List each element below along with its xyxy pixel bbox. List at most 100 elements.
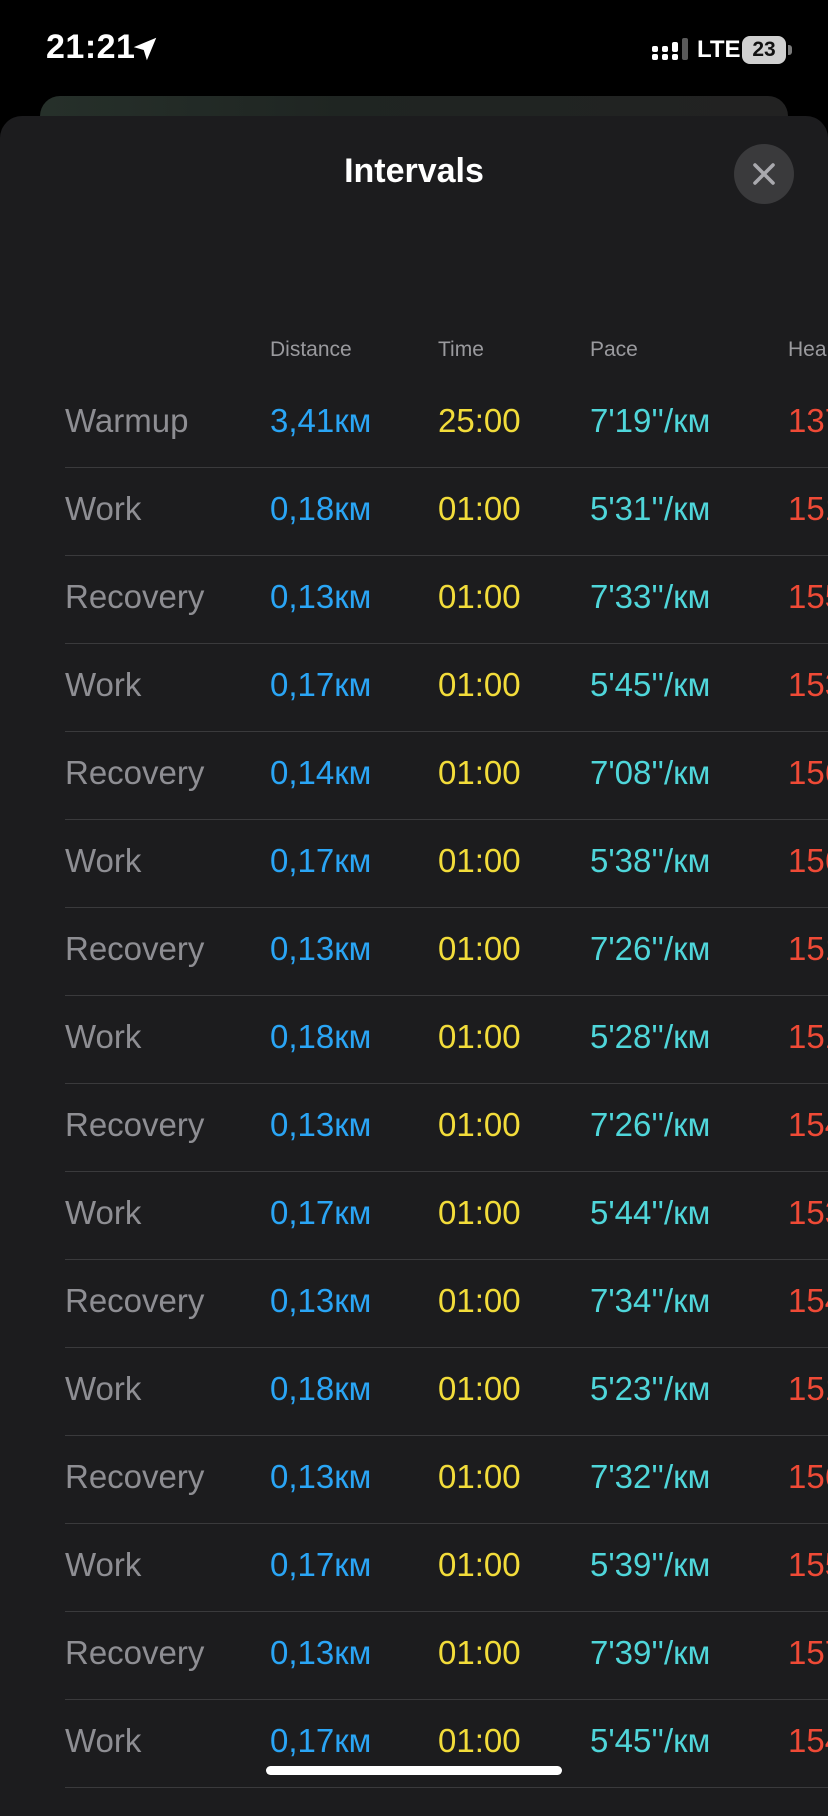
interval-pace: 7'39''/км [590,1634,711,1671]
interval-distance: 0,13км [270,578,372,615]
header-pace: Pace [590,338,638,361]
table-row: Recovery 0,13км 01:00 7'26''/км 151 [0,908,828,996]
interval-pace: 7'26''/км [590,1106,711,1143]
interval-distance: 0,13км [270,1106,372,1143]
interval-distance: 0,17км [270,1722,372,1759]
interval-pace: 5'45''/км [590,666,711,703]
interval-pace: 5'45''/км [590,1722,711,1759]
interval-label: Recovery [65,578,205,615]
interval-label: Work [65,1018,142,1055]
interval-label: Work [65,490,142,527]
interval-heart-rate: 155 [788,578,828,615]
interval-heart-rate: 154 [788,1722,828,1759]
interval-pace: 5'23''/км [590,1370,711,1407]
table-row: Recovery 0,13км 01:00 7'33''/км 155 [0,556,828,644]
interval-distance: 0,14км [270,754,372,791]
interval-distance: 0,18км [270,490,372,527]
table-row: Recovery 0,13км 01:00 7'32''/км 156 [0,1436,828,1524]
interval-distance: 0,17км [270,666,372,703]
header-heart-rate: Hea [788,338,827,361]
location-arrow-icon [133,37,157,61]
interval-time: 01:00 [438,490,521,527]
interval-label: Work [65,1370,142,1407]
interval-label: Work [65,1194,142,1231]
close-button[interactable] [734,144,794,204]
interval-heart-rate: 151 [788,1018,828,1055]
header-time: Time [438,338,484,361]
interval-time: 01:00 [438,1370,521,1407]
interval-label: Recovery [65,1458,205,1495]
interval-label: Warmup [65,402,189,439]
home-indicator[interactable] [266,1766,562,1775]
interval-pace: 5'38''/км [590,842,711,879]
table-row: Work 0,17км 01:00 5'39''/км 155 [0,1524,828,1612]
interval-label: Recovery [65,1282,205,1319]
interval-heart-rate: 156 [788,1458,828,1495]
interval-pace: 7'33''/км [590,578,711,615]
interval-time: 01:00 [438,1722,521,1759]
interval-time: 01:00 [438,1634,521,1671]
table-row: Recovery 0,14км 01:00 7'08''/км 156 [0,732,828,820]
interval-pace: 5'28''/км [590,1018,711,1055]
table-row: Warmup 3,41км 25:00 7'19''/км 137 [0,380,828,468]
interval-label: Recovery [65,1634,205,1671]
interval-heart-rate: 155 [788,1546,828,1583]
battery-level: 23 [742,36,786,64]
table-row: Recovery 0,13км 01:00 7'34''/км 154 [0,1260,828,1348]
interval-distance: 0,18км [270,1370,372,1407]
interval-time: 25:00 [438,402,521,439]
table-row: Recovery 0,13км 01:00 7'26''/км 154 [0,1084,828,1172]
interval-distance: 0,13км [270,930,372,967]
interval-time: 01:00 [438,930,521,967]
interval-pace: 7'19''/км [590,402,711,439]
interval-label: Work [65,1546,142,1583]
interval-heart-rate: 154 [788,1106,828,1143]
interval-label: Recovery [65,754,205,791]
interval-pace: 7'32''/км [590,1458,711,1495]
interval-time: 01:00 [438,1106,521,1143]
sheet-title: Intervals [344,152,484,190]
interval-heart-rate: 157 [788,1634,828,1671]
table-row: Work 0,17км 01:00 5'45''/км 153 [0,644,828,732]
table-row: Work 0,18км 01:00 5'31''/км 151 [0,468,828,556]
status-time: 21:21 [46,28,136,66]
interval-distance: 0,13км [270,1458,372,1495]
interval-distance: 0,18км [270,1018,372,1055]
interval-time: 01:00 [438,666,521,703]
table-row: Recovery 0,13км 01:00 7'39''/км 157 [0,1612,828,1700]
intervals-table[interactable]: Distance Time Pace Hea Warmup 3,41км 25:00… [0,330,828,1788]
table-header-row: Distance Time Pace Hea [0,330,828,380]
interval-heart-rate: 151 [788,490,828,527]
interval-pace: 5'39''/км [590,1546,711,1583]
interval-label: Work [65,842,142,879]
interval-heart-rate: 154 [788,1282,828,1319]
interval-pace: 7'08''/км [590,754,711,791]
table-row: Work 0,18км 01:00 5'23''/км 151 [0,1348,828,1436]
interval-heart-rate: 156 [788,754,828,791]
network-type-label: LTE [697,36,741,63]
interval-heart-rate: 156 [788,842,828,879]
interval-label: Work [65,666,142,703]
battery-cap [788,45,792,55]
interval-heart-rate: 153 [788,666,828,703]
interval-time: 01:00 [438,1546,521,1583]
interval-time: 01:00 [438,842,521,879]
interval-heart-rate: 153 [788,1194,828,1231]
interval-pace: 5'44''/км [590,1194,711,1231]
interval-time: 01:00 [438,1282,521,1319]
table-body: Warmup 3,41км 25:00 7'19''/км 137 Work 0,18км 0… [0,380,828,1788]
interval-label: Recovery [65,930,205,967]
interval-pace: 7'26''/км [590,930,711,967]
cellular-signal-icon [652,38,688,60]
header-distance: Distance [270,338,352,361]
interval-label: Work [65,1722,142,1759]
interval-heart-rate: 151 [788,930,828,967]
interval-distance: 0,13км [270,1282,372,1319]
interval-time: 01:00 [438,1458,521,1495]
interval-distance: 0,17км [270,1194,372,1231]
interval-time: 01:00 [438,1018,521,1055]
interval-time: 01:00 [438,578,521,615]
interval-pace: 5'31''/км [590,490,711,527]
interval-heart-rate: 137 [788,402,828,439]
interval-distance: 0,13км [270,1634,372,1671]
